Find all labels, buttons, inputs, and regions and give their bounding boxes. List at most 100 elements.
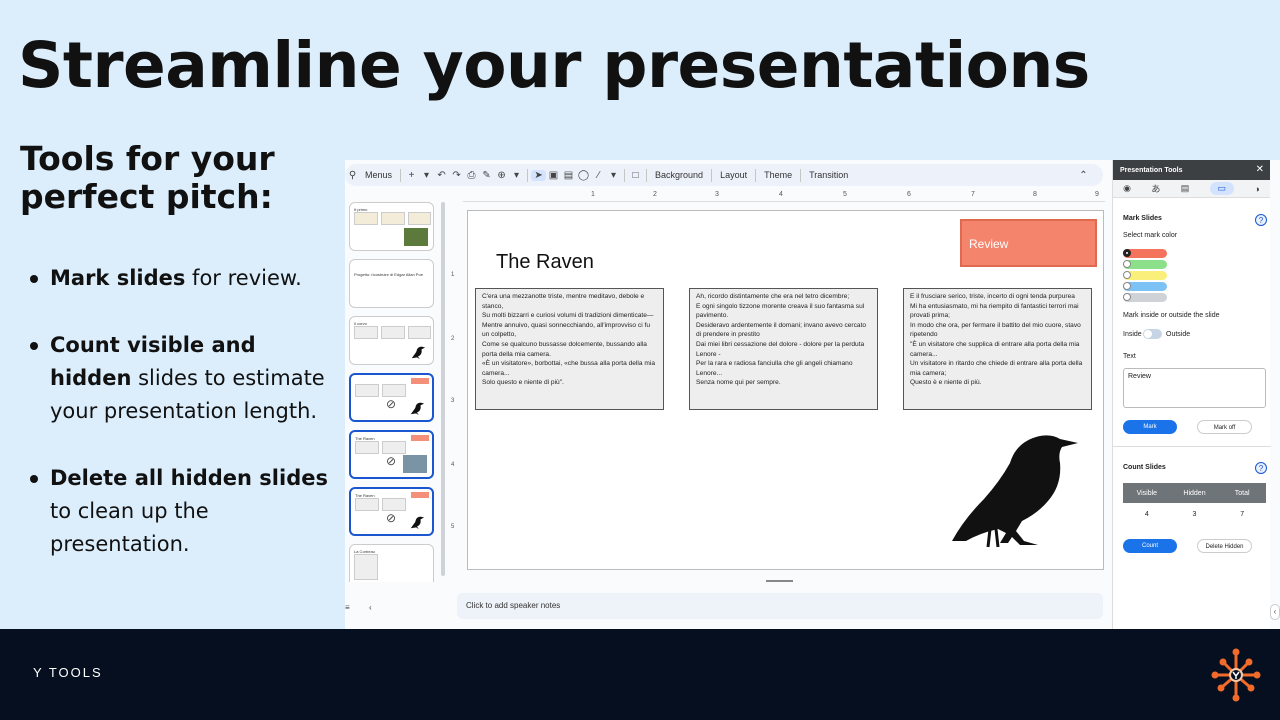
color-radio[interactable] (1123, 249, 1131, 257)
ruler-number: 6 (907, 191, 911, 198)
paint-format-icon[interactable]: ✎ (479, 170, 494, 181)
feature-list: Mark slides for review. Count visible an… (28, 262, 328, 595)
color-radio[interactable] (1123, 293, 1131, 301)
translate-icon[interactable]: あ (1151, 182, 1160, 195)
notes-drag-handle[interactable] (766, 580, 793, 582)
thumbnail-text-box (408, 212, 431, 225)
image-icon[interactable]: ▤ (1181, 183, 1190, 194)
divider (527, 168, 529, 182)
visible-count: 4 (1144, 511, 1149, 518)
menus-button[interactable]: Menus (360, 170, 397, 180)
presentation-icon[interactable]: ▭ (1209, 182, 1235, 195)
mark-off-button[interactable]: Mark off (1197, 420, 1252, 434)
mark-text-input[interactable]: Review (1123, 368, 1266, 408)
bullet-bold: Mark slides (50, 266, 186, 290)
subhead: Tools for your perfect pitch: (20, 139, 275, 217)
zoom-icon[interactable]: ⊕ (494, 170, 509, 181)
panel-header: Presentation Tools ✕ (1113, 160, 1270, 180)
shapes-icon[interactable]: ◑ (1254, 184, 1259, 194)
stanza-text-box[interactable]: Ah, ricordo distintamente che era nel te… (689, 288, 878, 410)
thumbnail-text-box (408, 326, 431, 339)
line-icon[interactable]: ∕ (591, 170, 606, 181)
palette-icon[interactable]: ◉ (1123, 183, 1131, 194)
redo-icon[interactable]: ↷ (449, 170, 464, 181)
divider (1113, 446, 1271, 447)
slide-thumbnail-hidden[interactable]: The Raven ⊘ (349, 430, 434, 479)
ruler-number: 3 (451, 398, 455, 404)
layout-button[interactable]: Layout (715, 170, 752, 180)
help-icon[interactable]: ? (1255, 214, 1267, 226)
count-button[interactable]: Count (1123, 539, 1177, 553)
stanza-text-box[interactable]: E il frusciare serico, triste, incerto d… (903, 288, 1092, 410)
chevron-down-icon[interactable]: ▾ (419, 170, 434, 181)
divider (800, 168, 802, 182)
divider (711, 168, 713, 182)
thumbnail-text-box (354, 212, 378, 225)
column-header: Visible (1136, 489, 1158, 497)
collapse-filmstrip-icon[interactable]: ‹ (369, 603, 372, 612)
bullet-text: to clean up the presentation. (50, 499, 209, 556)
hidden-eye-icon: ⊘ (386, 454, 397, 468)
toolbar: ⚲ Menus + ▾ ↶ ↷ ⎙ ✎ ⊕ ▾ ➤ ▣ ▤ ◯ ∕ ▾ □ Ba… (345, 164, 1103, 186)
crop-icon[interactable]: ▣ (546, 170, 561, 181)
ruler-number: 7 (971, 191, 975, 198)
chevron-up-icon[interactable]: ⌃ (1076, 170, 1091, 181)
slide-canvas[interactable]: The Raven Review C'era una mezzanotte tr… (467, 210, 1104, 570)
filmstrip-scrollbar[interactable] (441, 202, 445, 576)
color-radio[interactable] (1123, 282, 1131, 290)
slide-thumbnail-hidden[interactable]: The Raven ⊘ (349, 487, 434, 536)
new-slide-icon[interactable]: + (404, 170, 419, 181)
slide-thumbnail[interactable]: Il corvo (349, 316, 434, 365)
thumbnail-text-box (382, 441, 406, 454)
undo-icon[interactable]: ↶ (434, 170, 449, 181)
theme-button[interactable]: Theme (759, 170, 797, 180)
color-radio[interactable] (1123, 260, 1131, 268)
speaker-notes[interactable]: Click to add speaker notes (457, 593, 1103, 619)
count-table-row: 4 3 7 (1123, 511, 1266, 518)
inside-outside-toggle[interactable] (1143, 329, 1162, 339)
grid-view-icon[interactable]: ≡ (345, 603, 350, 612)
expand-panel-icon[interactable]: ‹ (1270, 604, 1280, 620)
ruler-number: 2 (653, 191, 657, 198)
background-button[interactable]: Background (650, 170, 708, 180)
image-icon[interactable]: ▤ (561, 170, 576, 181)
thumbnail-text-box (355, 384, 379, 397)
raven-image[interactable] (950, 433, 1084, 553)
slide-thumbnail[interactable]: It primo (349, 202, 434, 251)
slide-thumbnail[interactable]: Progetto: ricostruire di Edgar Allan Poe (349, 259, 434, 308)
comment-icon[interactable]: □ (628, 170, 643, 181)
help-icon[interactable]: ? (1255, 462, 1267, 474)
stanza-text-box[interactable]: C'era una mezzanotte triste, mentre medi… (475, 288, 664, 410)
ruler-number: 2 (451, 336, 455, 342)
headline: Streamline your presentations (18, 29, 1090, 102)
ruler-number: 4 (779, 191, 783, 198)
chevron-down-icon[interactable]: ▾ (606, 170, 621, 181)
print-icon[interactable]: ⎙ (464, 170, 479, 181)
select-icon[interactable]: ➤ (531, 169, 547, 181)
thumbnail-text-box (355, 441, 379, 454)
search-icon[interactable]: ⚲ (345, 170, 360, 181)
close-icon[interactable]: ✕ (1256, 164, 1264, 175)
review-mark-box[interactable]: Review (960, 219, 1097, 267)
hidden-count: 3 (1192, 511, 1197, 518)
list-item: Delete all hidden slides to clean up the… (28, 462, 328, 561)
color-radio[interactable] (1123, 271, 1131, 279)
transition-button[interactable]: Transition (804, 170, 853, 180)
horizontal-ruler: 1 2 3 4 5 6 7 8 9 (463, 190, 1105, 202)
thumbnail-image (404, 228, 428, 246)
slide-thumbnail-hidden[interactable]: ⊘ (349, 373, 434, 422)
mark-button[interactable]: Mark (1123, 420, 1177, 434)
slide-thumbnail[interactable]: La Corbeau (349, 544, 434, 582)
ruler-number: 9 (1095, 191, 1099, 198)
slide-title[interactable]: The Raven (496, 251, 594, 274)
inside-label: Inside (1123, 331, 1142, 338)
ruler-number: 3 (715, 191, 719, 198)
shape-icon[interactable]: ◯ (576, 170, 591, 181)
column-header: Total (1234, 489, 1250, 497)
select-color-label: Select mark color (1123, 232, 1178, 239)
chevron-down-icon[interactable]: ▾ (509, 170, 524, 181)
delete-hidden-button[interactable]: Delete Hidden (1197, 539, 1252, 553)
presentation-tools-panel: Presentation Tools ✕ ◉ あ ▤ ▭ ◑ Mark Slid… (1112, 160, 1271, 629)
thumbnail-text-box (381, 212, 405, 225)
count-table-header: Visible Hidden Total (1123, 483, 1266, 503)
